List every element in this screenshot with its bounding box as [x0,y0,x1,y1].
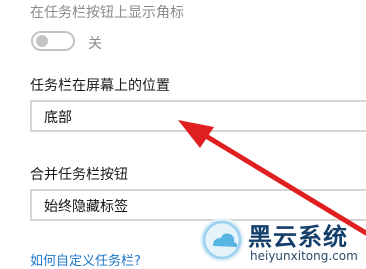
watermark-title: 黑云系统 [248,223,348,251]
watermark-url: heiyunxitong.com [250,249,358,263]
watermark: 黑云系统 heiyunxitong.com [196,214,366,266]
cloud-logo-icon [200,218,244,262]
